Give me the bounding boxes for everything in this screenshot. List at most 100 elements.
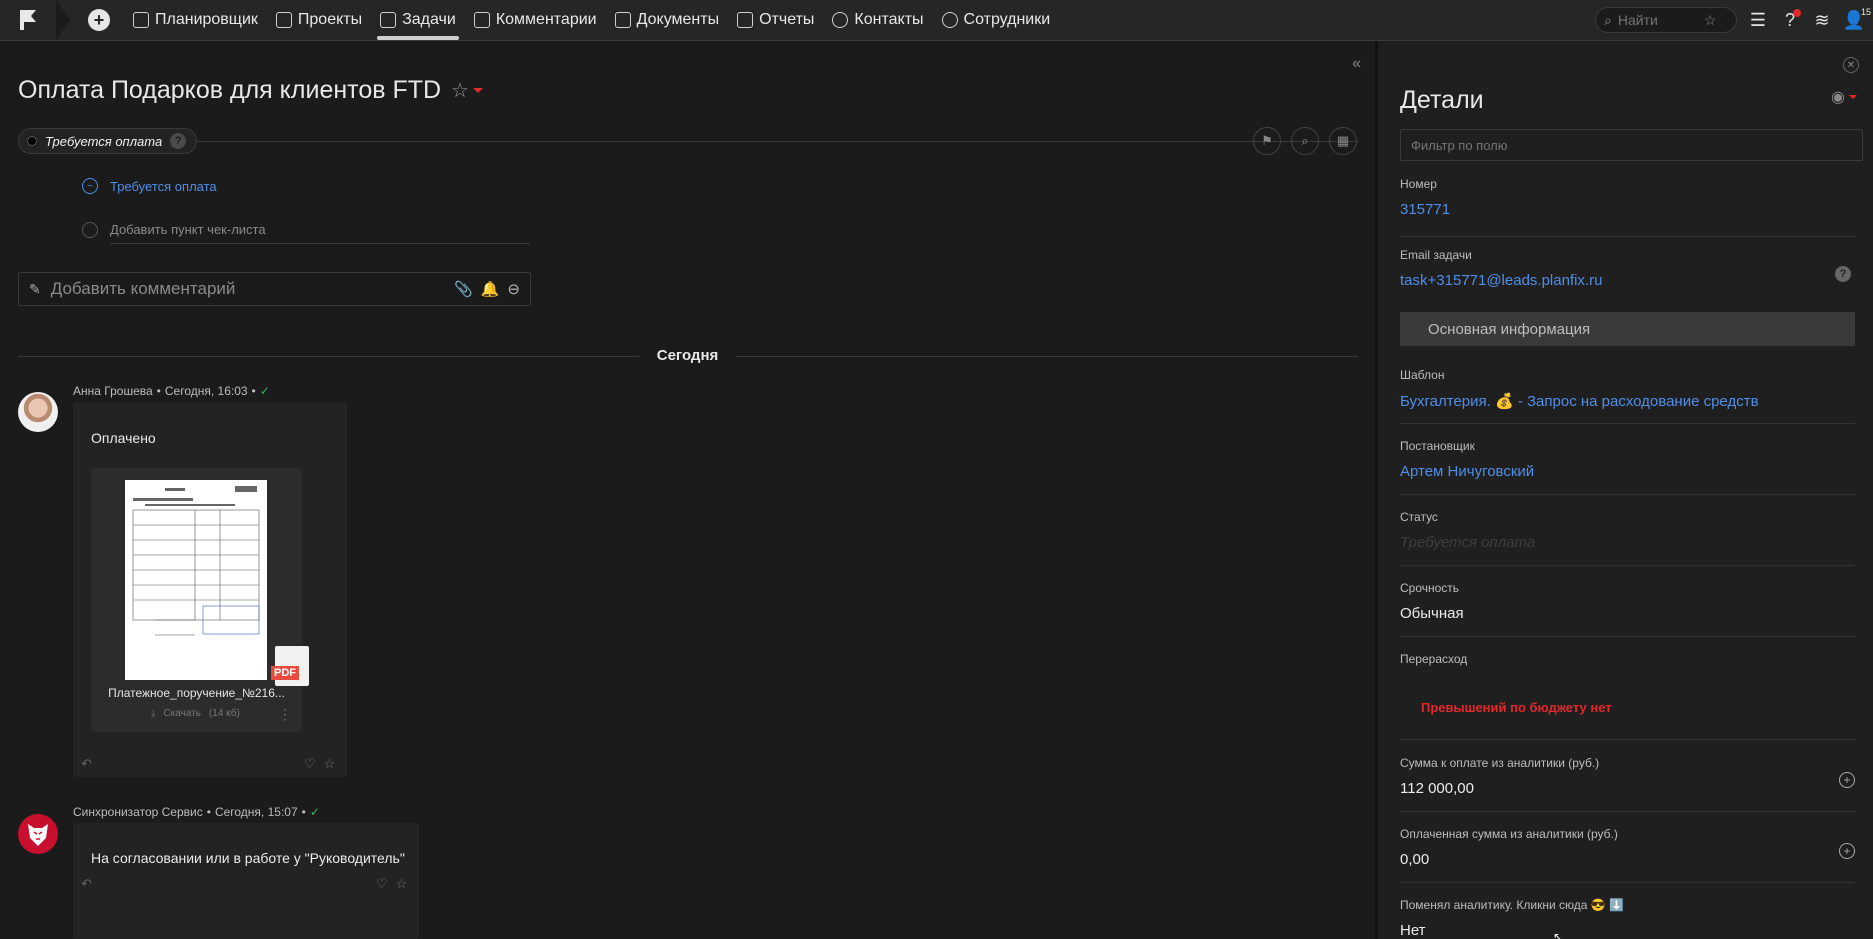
eye-icon: ◉ (1831, 89, 1845, 106)
day-label: Сегодня (0, 347, 1375, 364)
message-author-line: Анна Грошева • Сегодня, 16:03 • ✓ (73, 384, 270, 398)
author-name[interactable]: Синхронизатор Сервис (73, 805, 203, 819)
field-assigner: Постановщик Артем Ничуговский (1400, 439, 1855, 495)
field-value[interactable]: 315771 (1400, 201, 1855, 218)
add-icon[interactable]: + (1839, 843, 1855, 859)
separator-dot: • (251, 384, 256, 398)
field-overrun: Перерасход Превышений по бюджету нет (1400, 652, 1855, 740)
reports-icon (737, 12, 754, 28)
favorites-star-icon[interactable]: ☆ (1704, 12, 1717, 29)
author-name[interactable]: Анна Грошева (73, 384, 153, 398)
field-value[interactable]: 0,00 (1400, 851, 1855, 868)
more-icon[interactable]: ⋮ (278, 706, 292, 723)
checklist-add-row[interactable]: Добавить пункт чек-листа (82, 215, 530, 245)
field-value[interactable]: Нет (1400, 922, 1855, 939)
file-download[interactable]: ⤓ Скачать (14 кб) (151, 708, 240, 719)
star-icon[interactable]: ☆ (324, 756, 336, 772)
autobot-icon (28, 824, 48, 846)
close-icon[interactable]: ✕ (1843, 57, 1859, 73)
nav-item-tasks[interactable]: Задачи (371, 0, 465, 41)
task-actions: ⚑ ⌕ ▦ (1253, 127, 1357, 155)
title-dropdown-icon[interactable] (472, 88, 483, 93)
checklist-item[interactable]: ~ Требуется оплата (82, 171, 530, 201)
logo[interactable] (0, 0, 56, 41)
check-icon: ✓ (309, 805, 320, 819)
file-preview[interactable] (125, 480, 267, 680)
field-label: Шаблон (1400, 368, 1445, 382)
calendar-icon[interactable]: ▦ (1329, 127, 1357, 155)
nav-item-contacts[interactable]: Контакты (823, 0, 932, 41)
like-icon[interactable]: ♡ (376, 876, 388, 892)
search-input[interactable] (1617, 12, 1698, 28)
section-main-info[interactable]: Основная информация (1400, 312, 1855, 346)
nav-item-planner[interactable]: Планировщик (124, 0, 267, 41)
status-badge[interactable]: Требуется оплата ? (18, 128, 198, 154)
visibility-toggle[interactable]: ◉ (1831, 87, 1857, 107)
nav-item-reports[interactable]: Отчеты (728, 0, 823, 41)
nav-item-projects[interactable]: Проекты (267, 0, 371, 41)
employees-icon (941, 12, 958, 28)
like-icon[interactable]: ♡ (304, 756, 316, 772)
dropdown-caret-icon (1849, 95, 1857, 99)
field-urgency: Срочность Обычная (1400, 581, 1855, 637)
field-value[interactable]: Артем Ничуговский (1400, 463, 1855, 480)
checklist: ~ Требуется оплата Добавить пункт чек-ли… (82, 171, 530, 245)
help-icon[interactable]: ? (1835, 266, 1851, 282)
star-icon[interactable]: ☆ (396, 876, 408, 892)
file-attachment[interactable]: PDF Платежное_поручение_№216... ⤓ Скачат… (91, 468, 309, 732)
contacts-icon (832, 12, 849, 28)
checklist-add-input[interactable]: Добавить пункт чек-листа (110, 216, 530, 244)
process-icon[interactable]: ⊖ (507, 280, 520, 298)
help-icon[interactable]: ? (1779, 9, 1801, 31)
add-icon[interactable]: + (1839, 772, 1855, 788)
avatar[interactable] (18, 392, 58, 432)
field-label: Номер (1400, 177, 1437, 191)
nav-item-documents[interactable]: Документы (606, 0, 728, 41)
field-value[interactable]: Требуется оплата (1400, 534, 1855, 551)
field-filter-input[interactable] (1400, 129, 1863, 161)
download-label[interactable]: Скачать (163, 708, 201, 719)
field-value[interactable]: Бухгалтерия. 💰 - Запрос на расходование … (1400, 392, 1855, 410)
global-search[interactable]: ⌕ ☆ (1595, 7, 1737, 33)
download-icon: ⤓ (151, 708, 156, 719)
field-value[interactable]: 112 000,00 (1400, 780, 1855, 797)
layers-icon[interactable]: ≋ (1811, 9, 1833, 31)
field-value[interactable]: task+315771@leads.planfix.ru (1400, 272, 1855, 289)
user-icon[interactable]: 👤 15 (1843, 7, 1871, 31)
bell-icon[interactable]: 🔔 (481, 280, 500, 298)
nav-item-employees[interactable]: Сотрудники (933, 0, 1060, 41)
message-text: Оплачено (91, 430, 156, 446)
attach-icon[interactable]: 📎 (454, 280, 473, 298)
reply-icon[interactable]: ↶ (81, 876, 92, 892)
comments-icon (473, 12, 490, 28)
avatar[interactable] (18, 814, 58, 854)
menu-icon[interactable]: ☰ (1747, 9, 1769, 31)
file-type: PDF (271, 666, 299, 680)
field-value[interactable]: Обычная (1400, 605, 1855, 622)
topbar-tools: ⌕ ☆ ☰ ? ≋ 👤15 (1595, 7, 1873, 33)
document-thumbnail-icon (132, 486, 260, 636)
pdf-icon: PDF (271, 646, 309, 686)
checklist-item-label[interactable]: Требуется оплата (110, 179, 217, 194)
flag-icon[interactable]: ⚑ (1253, 127, 1281, 155)
nav-label: Комментарии (495, 11, 597, 28)
checkbox-icon[interactable] (82, 222, 98, 238)
comment-input[interactable]: ✎ Добавить комментарий 📎 🔔 ⊖ (18, 272, 531, 306)
mouse-cursor-icon: ↖ (1553, 930, 1564, 939)
panel-title: Детали (1400, 86, 1484, 114)
nav-label: Сотрудники (963, 11, 1051, 28)
collapse-icon[interactable]: « (1352, 55, 1361, 73)
planner-icon (133, 12, 149, 28)
comment-placeholder: Добавить комментарий (50, 279, 236, 298)
status-help-icon[interactable]: ? (170, 133, 187, 149)
search-icon[interactable]: ⌕ (1291, 127, 1319, 155)
field-label: Оплаченная сумма из аналитики (руб.) (1400, 827, 1618, 841)
create-new-button[interactable]: + (88, 9, 110, 31)
top-bar: + Планировщик Проекты Задачи Комментарии… (0, 0, 1873, 41)
file-name[interactable]: Платежное_поручение_№216... (91, 686, 302, 700)
star-icon[interactable]: ☆ (451, 78, 469, 103)
nav-item-comments[interactable]: Комментарии (465, 0, 606, 41)
comment-tools: 📎 🔔 ⊖ (454, 280, 520, 298)
reply-icon[interactable]: ↶ (81, 756, 92, 772)
message-bubble (73, 823, 419, 939)
